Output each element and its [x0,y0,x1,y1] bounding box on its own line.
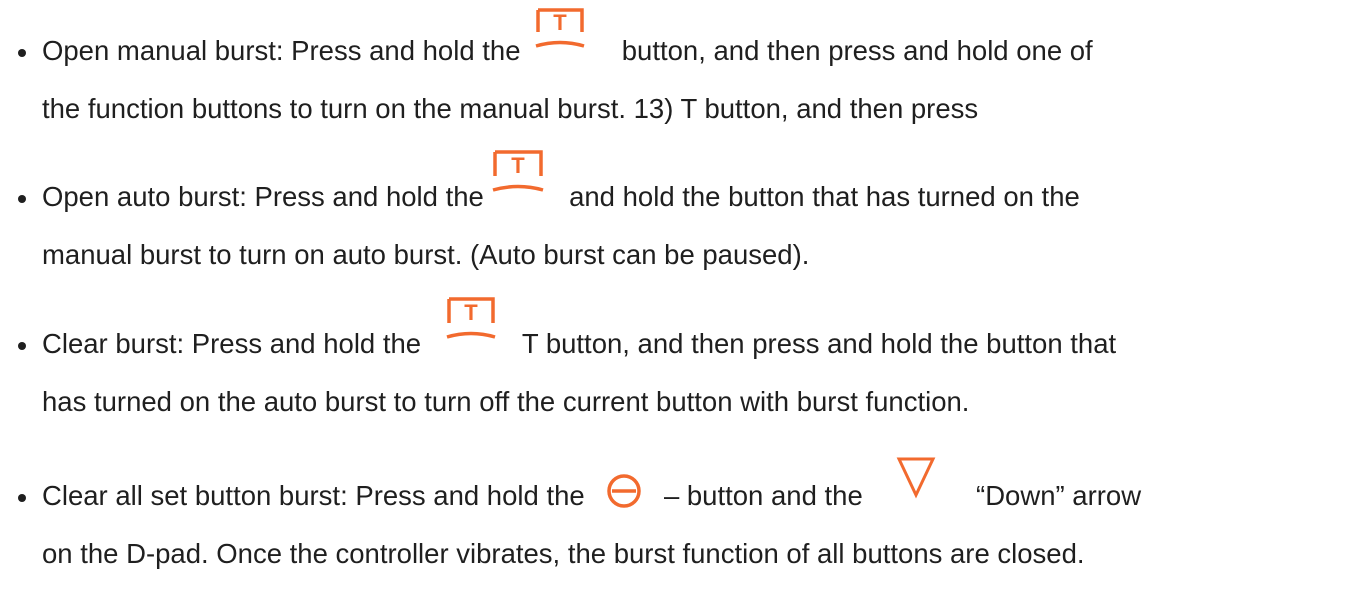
text-segment: button, and then press and hold one of [614,35,1093,66]
minus-button-icon [594,473,654,513]
text-segment: and hold the button that has turned on t… [561,181,1080,212]
text-segment: the function buttons to turn on the manu… [42,93,979,124]
bullet-icon [18,494,26,502]
text-segment: “Down” arrow [968,480,1142,511]
t-button-icon: T [435,295,507,343]
list-item-line: has turned on the auto burst to turn off… [0,373,1371,431]
list-item: Open manual burst: Press and hold the T … [0,8,1371,138]
instruction-list: Open manual burst: Press and hold the T … [0,0,1371,603]
list-item-line: on the D-pad. Once the controller vibrat… [0,525,1371,583]
list-item-line: Clear all set button burst: Press and ho… [0,457,1371,525]
list-item: Open auto burst: Press and hold the T an… [0,150,1371,284]
list-item: Clear all set button burst: Press and ho… [0,457,1371,583]
t-button-icon: T [530,6,602,54]
list-item: Clear burst: Press and hold the T T butt… [0,297,1371,431]
text-segment: manual burst to turn on auto burst. (Aut… [42,239,810,270]
text-segment: Clear all set button burst: Press and ho… [42,480,593,511]
t-icon-letter: T [464,300,478,325]
down-triangle-icon [872,457,968,505]
text-segment: on the D-pad. Once the controller vibrat… [42,538,1085,569]
text-segment: Open auto burst: Press and hold the [42,181,492,212]
bullet-icon [18,195,26,203]
text-segment: has turned on the auto burst to turn off… [42,386,970,417]
bullet-icon [18,49,26,57]
list-item-line: the function buttons to turn on the manu… [0,80,1371,138]
t-icon-letter: T [512,153,526,178]
text-segment: T button, and then press and hold the bu… [514,328,1117,359]
bullet-icon [18,342,26,350]
t-icon-letter: T [553,10,567,35]
list-item-line: Open manual burst: Press and hold the T … [0,8,1371,80]
text-segment: Open manual burst: Press and hold the [42,35,529,66]
list-item-line: Clear burst: Press and hold the T T butt… [0,297,1371,373]
list-item-line: Open auto burst: Press and hold the T an… [0,150,1371,226]
list-item-line: manual burst to turn on auto burst. (Aut… [0,226,1371,284]
text-segment: – button and the [656,480,871,511]
text-segment: Clear burst: Press and hold the [42,328,429,359]
t-button-icon: T [491,148,555,196]
